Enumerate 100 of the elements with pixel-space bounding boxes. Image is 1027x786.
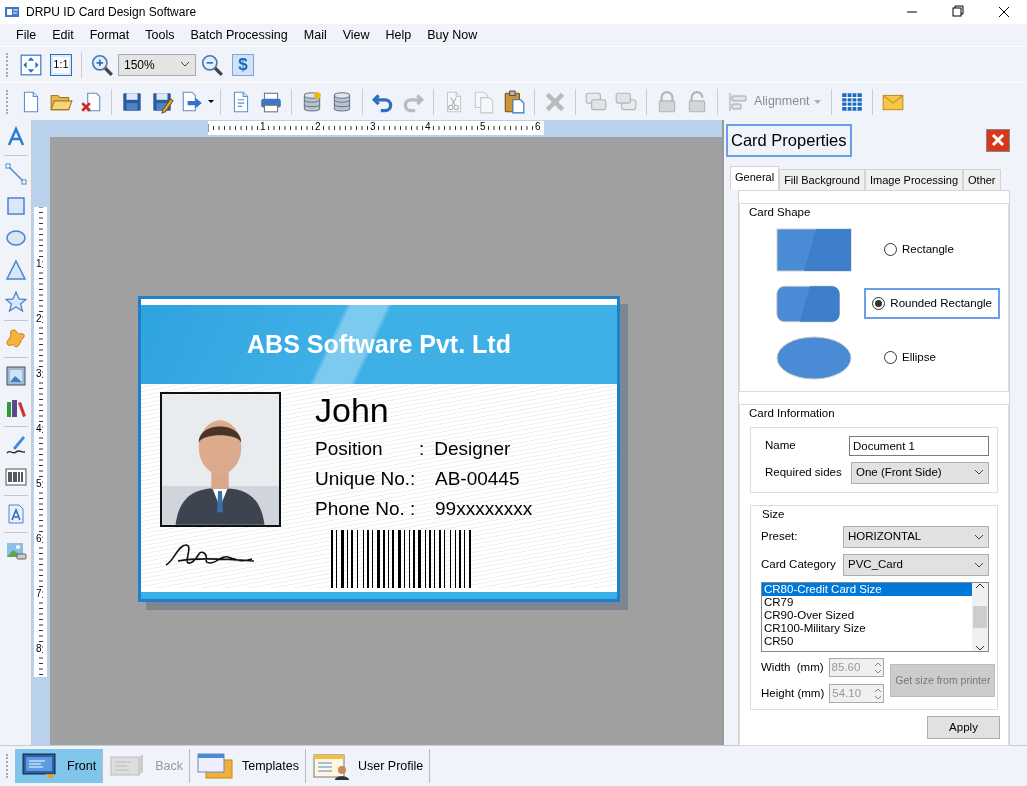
caret-icon[interactable] [208,100,214,103]
zoom-dropdown[interactable]: 150% [118,53,196,76]
ruler-number: 1 [260,121,266,133]
align-icon [728,90,750,113]
image-tool-icon[interactable] [4,365,27,387]
triangle-tool-icon[interactable] [4,259,27,281]
field-value: Designer [434,437,511,462]
ruler-number: 6 [535,121,541,133]
menu-item[interactable]: View [334,25,378,45]
caret-icon [974,469,984,477]
picture-tool-icon[interactable] [4,540,27,562]
ruler-number: 5 [36,479,42,489]
user-profile-icon [311,752,350,780]
tab[interactable]: General [730,165,780,191]
ruler-number: 4 [425,121,431,133]
list-item[interactable]: CR80-Credit Card Size [762,583,972,596]
tab[interactable]: Other [963,168,1001,191]
radio-button[interactable]: Rectangle [876,233,962,266]
zoom-in-icon[interactable] [90,52,114,77]
scrollbar[interactable] [972,583,988,651]
field-label: Card Category [761,557,836,573]
ruler-number: 7 [36,589,42,599]
field-label: Required sides [765,465,842,481]
star-tool-icon[interactable] [4,291,27,313]
menu-item[interactable]: Buy Now [419,25,486,45]
ruler-number: 2 [315,121,321,133]
ruler-number: 4 [36,424,42,434]
menu-item[interactable]: Edit [44,25,82,45]
barcode-tool-icon[interactable] [4,466,27,488]
field-value: AB-00445 [435,467,520,492]
menu-item[interactable]: Batch Processing [182,25,296,45]
caret-icon [180,61,190,68]
company-name: ABS Software Pvt. Ltd [247,328,511,360]
symbol-tool-icon[interactable] [4,328,27,350]
ruler-number: 1 [36,259,42,269]
ruler-number: 3 [370,121,376,133]
list-item[interactable]: CR90-Over Sized [762,609,972,622]
menu-item[interactable]: File [8,25,45,45]
field-label: Unique No.: [315,467,417,492]
ruler-number: 2 [36,314,42,324]
rectangle-shape-preview[interactable] [776,227,852,272]
field-label: Height (mm) [761,685,825,701]
size-list[interactable]: CR80-Credit Card Size CR79 CR90-Over Sized CR100-Military Size CR50 [761,582,989,652]
paste-icon[interactable] [502,89,526,114]
export-icon[interactable] [180,89,204,114]
close-button[interactable] [986,128,1010,152]
ruler-number: 8 [36,644,42,654]
ellipse-shape-preview[interactable] [776,335,852,380]
field-label: Name [765,438,796,454]
menu-item[interactable]: Format [81,25,138,45]
caret-icon [974,561,984,569]
scroll-up-icon[interactable] [975,583,985,589]
radio-button[interactable]: Rounded Rectangle [864,287,1000,320]
actual-size-button[interactable]: 1:1 [50,53,72,76]
spinner-arrows-icon [872,660,883,675]
ruler-number: 3 [36,369,42,379]
caret-icon [974,533,984,541]
separator: : [419,437,425,462]
window-title: DRPU ID Card Design Software [26,4,197,21]
list-item[interactable]: CR50 [762,635,972,648]
name-field[interactable]: Document 1 [849,435,989,456]
field-label: Position [315,437,384,462]
ellipse-tool-icon[interactable] [4,227,27,249]
fit-to-window-icon[interactable] [19,52,43,77]
price-button[interactable]: $ [232,53,254,76]
apply-button[interactable]: Apply [927,716,1000,739]
menu-item[interactable]: Tools [137,25,183,45]
signature-tool-icon[interactable] [4,434,27,456]
field-label: Phone No. : [315,497,417,522]
list-item[interactable]: CR100-Military Size [762,622,972,635]
ruler-number: 5 [480,121,486,133]
zoom-out-icon[interactable] [200,52,224,77]
tab[interactable]: Fill Background [779,168,865,191]
tab[interactable]: Front [15,749,104,783]
templates-icon [196,752,234,780]
scroll-down-icon[interactable] [975,645,985,651]
rectangle-tool-icon[interactable] [4,195,27,217]
field-value: 99xxxxxxxx [435,497,533,522]
caret-icon [813,99,821,104]
preset-dropdown[interactable]: HORIZONTAL [843,526,989,548]
library-icon[interactable] [4,397,27,419]
app-icon [4,4,20,20]
line-tool-icon[interactable] [4,163,27,185]
close-icon [991,133,1005,148]
menu-item[interactable]: Help [377,25,420,45]
spinner-arrows-icon [873,686,884,701]
list-item[interactable]: CR79 [762,596,972,609]
menu-item[interactable]: Mail [295,25,335,45]
ruler-number: 6 [36,534,42,544]
sides-dropdown[interactable]: One (Front Side) [851,461,989,484]
tab[interactable]: Templates [190,749,306,783]
panel-title: Card Properties [726,124,852,157]
person-name: John [315,392,390,429]
field-label: Preset: [761,529,798,545]
category-dropdown[interactable]: PVC_Card [843,554,989,576]
front-card-icon [21,752,59,780]
tab[interactable]: User Profile [305,749,431,783]
radio-button[interactable]: Ellipse [876,341,944,374]
field-label: Width (mm) [761,659,824,675]
tab[interactable]: Image Processing [864,168,963,191]
